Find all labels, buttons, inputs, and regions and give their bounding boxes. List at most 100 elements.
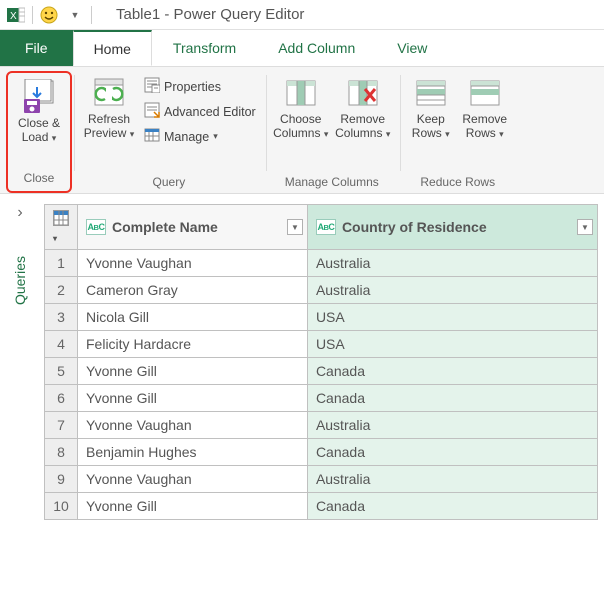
manage-label: Manage [164,130,209,144]
table-row[interactable]: 6Yvonne GillCanada [45,385,598,412]
manage-icon [144,127,160,146]
data-preview-grid: ▾ ABC Complete Name ▼ ABC Country of Res… [40,194,604,612]
properties-button[interactable]: Properties [142,75,258,98]
tab-home[interactable]: Home [73,30,152,66]
table-row[interactable]: 1Yvonne VaughanAustralia [45,250,598,277]
cell-country[interactable]: Canada [307,439,597,466]
choose-columns-button[interactable]: Choose Columns ▾ [272,71,330,141]
keep-rows-button[interactable]: Keep Rows ▾ [406,71,456,141]
tab-add-column[interactable]: Add Column [257,30,376,66]
row-number[interactable]: 8 [45,439,78,466]
properties-label: Properties [164,80,221,94]
table-row[interactable]: 9Yvonne VaughanAustralia [45,466,598,493]
row-number[interactable]: 3 [45,304,78,331]
column-header-country-label: Country of Residence [342,219,487,235]
close-and-load-icon [21,79,57,115]
choose-columns-label: Choose Columns [273,112,321,140]
column-header-complete-name[interactable]: ABC Complete Name ▼ [78,205,308,250]
table-row[interactable]: 4Felicity HardacreUSA [45,331,598,358]
table-row[interactable]: 2Cameron GrayAustralia [45,277,598,304]
table-row[interactable]: 8Benjamin HughesCanada [45,439,598,466]
ribbon-group-reduce-rows-label: Reduce Rows [420,171,495,193]
cell-complete-name[interactable]: Cameron Gray [78,277,308,304]
advanced-editor-icon [144,102,160,121]
column-header-complete-name-label: Complete Name [112,219,218,235]
type-text-icon: ABC [86,219,106,235]
excel-icon: X [6,5,26,25]
cell-complete-name[interactable]: Yvonne Vaughan [78,466,308,493]
refresh-icon [91,75,127,111]
cell-complete-name[interactable]: Yvonne Vaughan [78,250,308,277]
advanced-editor-button[interactable]: Advanced Editor [142,100,258,123]
remove-rows-icon [467,75,503,111]
refresh-preview-button[interactable]: Refresh Preview ▾ [80,71,138,141]
cell-country[interactable]: Australia [307,277,597,304]
qat-dropdown-icon[interactable]: ▼ [65,5,85,25]
remove-columns-icon [345,75,381,111]
cell-country[interactable]: Australia [307,466,597,493]
content-area: › Queries ▾ ABC Complete Name ▼ ABC Coun… [0,194,604,612]
remove-rows-button[interactable]: Remove Rows ▾ [460,71,510,141]
cell-country[interactable]: Australia [307,250,597,277]
svg-text:X: X [10,11,17,22]
keep-rows-icon [413,75,449,111]
tab-view[interactable]: View [376,30,448,66]
tab-file[interactable]: File [0,30,73,66]
title-bar: X ▼ Table1 - Power Query Editor [0,0,604,30]
row-number[interactable]: 4 [45,331,78,358]
cell-country[interactable]: USA [307,304,597,331]
cell-complete-name[interactable]: Yvonne Gill [78,493,308,520]
table-header-corner[interactable]: ▾ [45,205,78,250]
type-text-icon: ABC [316,219,336,235]
column-header-country[interactable]: ABC Country of Residence ▼ [307,205,597,250]
cell-complete-name[interactable]: Nicola Gill [78,304,308,331]
cell-complete-name[interactable]: Felicity Hardacre [78,331,308,358]
row-number[interactable]: 2 [45,277,78,304]
ribbon: Close & Load ▾ Close Refresh Preview ▾ P… [0,66,604,194]
properties-icon [144,77,160,96]
ribbon-group-close-label: Close [24,167,55,189]
manage-button[interactable]: Manage ▾ [142,125,258,148]
ribbon-group-query-label: Query [153,171,186,193]
table-row[interactable]: 7Yvonne VaughanAustralia [45,412,598,439]
close-and-load-button[interactable]: Close & Load ▾ [10,75,68,145]
window-title: Table1 - Power Query Editor [116,6,304,23]
table-row[interactable]: 10Yvonne GillCanada [45,493,598,520]
filter-dropdown-icon[interactable]: ▼ [287,219,303,235]
qat-separator-2 [91,6,92,24]
remove-columns-label: Remove Columns [335,112,385,140]
cell-country[interactable]: Canada [307,358,597,385]
row-number[interactable]: 10 [45,493,78,520]
choose-columns-icon [283,75,319,111]
table-row[interactable]: 5Yvonne GillCanada [45,358,598,385]
row-number[interactable]: 7 [45,412,78,439]
keep-rows-label: Keep Rows [412,112,445,140]
remove-columns-button[interactable]: Remove Columns ▾ [334,71,392,141]
cell-country[interactable]: Canada [307,385,597,412]
cell-complete-name[interactable]: Yvonne Gill [78,385,308,412]
cell-country[interactable]: USA [307,331,597,358]
cell-complete-name[interactable]: Yvonne Gill [78,358,308,385]
ribbon-group-close: Close & Load ▾ Close [6,71,72,193]
filter-dropdown-icon[interactable]: ▼ [577,219,593,235]
cell-country[interactable]: Canada [307,493,597,520]
table-row[interactable]: 3Nicola GillUSA [45,304,598,331]
refresh-preview-label: Refresh Preview [84,112,130,140]
ribbon-group-manage-columns-label: Manage Columns [285,171,379,193]
expand-queries-chevron-icon[interactable]: › [17,204,22,222]
tab-transform[interactable]: Transform [152,30,257,66]
ribbon-group-manage-columns: Choose Columns ▾ Remove Columns ▾ Manage… [266,71,398,193]
smiley-icon[interactable] [39,5,59,25]
table-icon [53,210,69,226]
cell-complete-name[interactable]: Yvonne Vaughan [78,412,308,439]
ribbon-group-query: Refresh Preview ▾ Properties Advanced Ed… [74,71,264,193]
row-number[interactable]: 9 [45,466,78,493]
ribbon-group-reduce-rows: Keep Rows ▾ Remove Rows ▾ Reduce Rows [400,71,516,193]
queries-pane-label[interactable]: Queries [12,256,28,305]
row-number[interactable]: 1 [45,250,78,277]
row-number[interactable]: 6 [45,385,78,412]
cell-complete-name[interactable]: Benjamin Hughes [78,439,308,466]
advanced-editor-label: Advanced Editor [164,105,256,119]
row-number[interactable]: 5 [45,358,78,385]
cell-country[interactable]: Australia [307,412,597,439]
